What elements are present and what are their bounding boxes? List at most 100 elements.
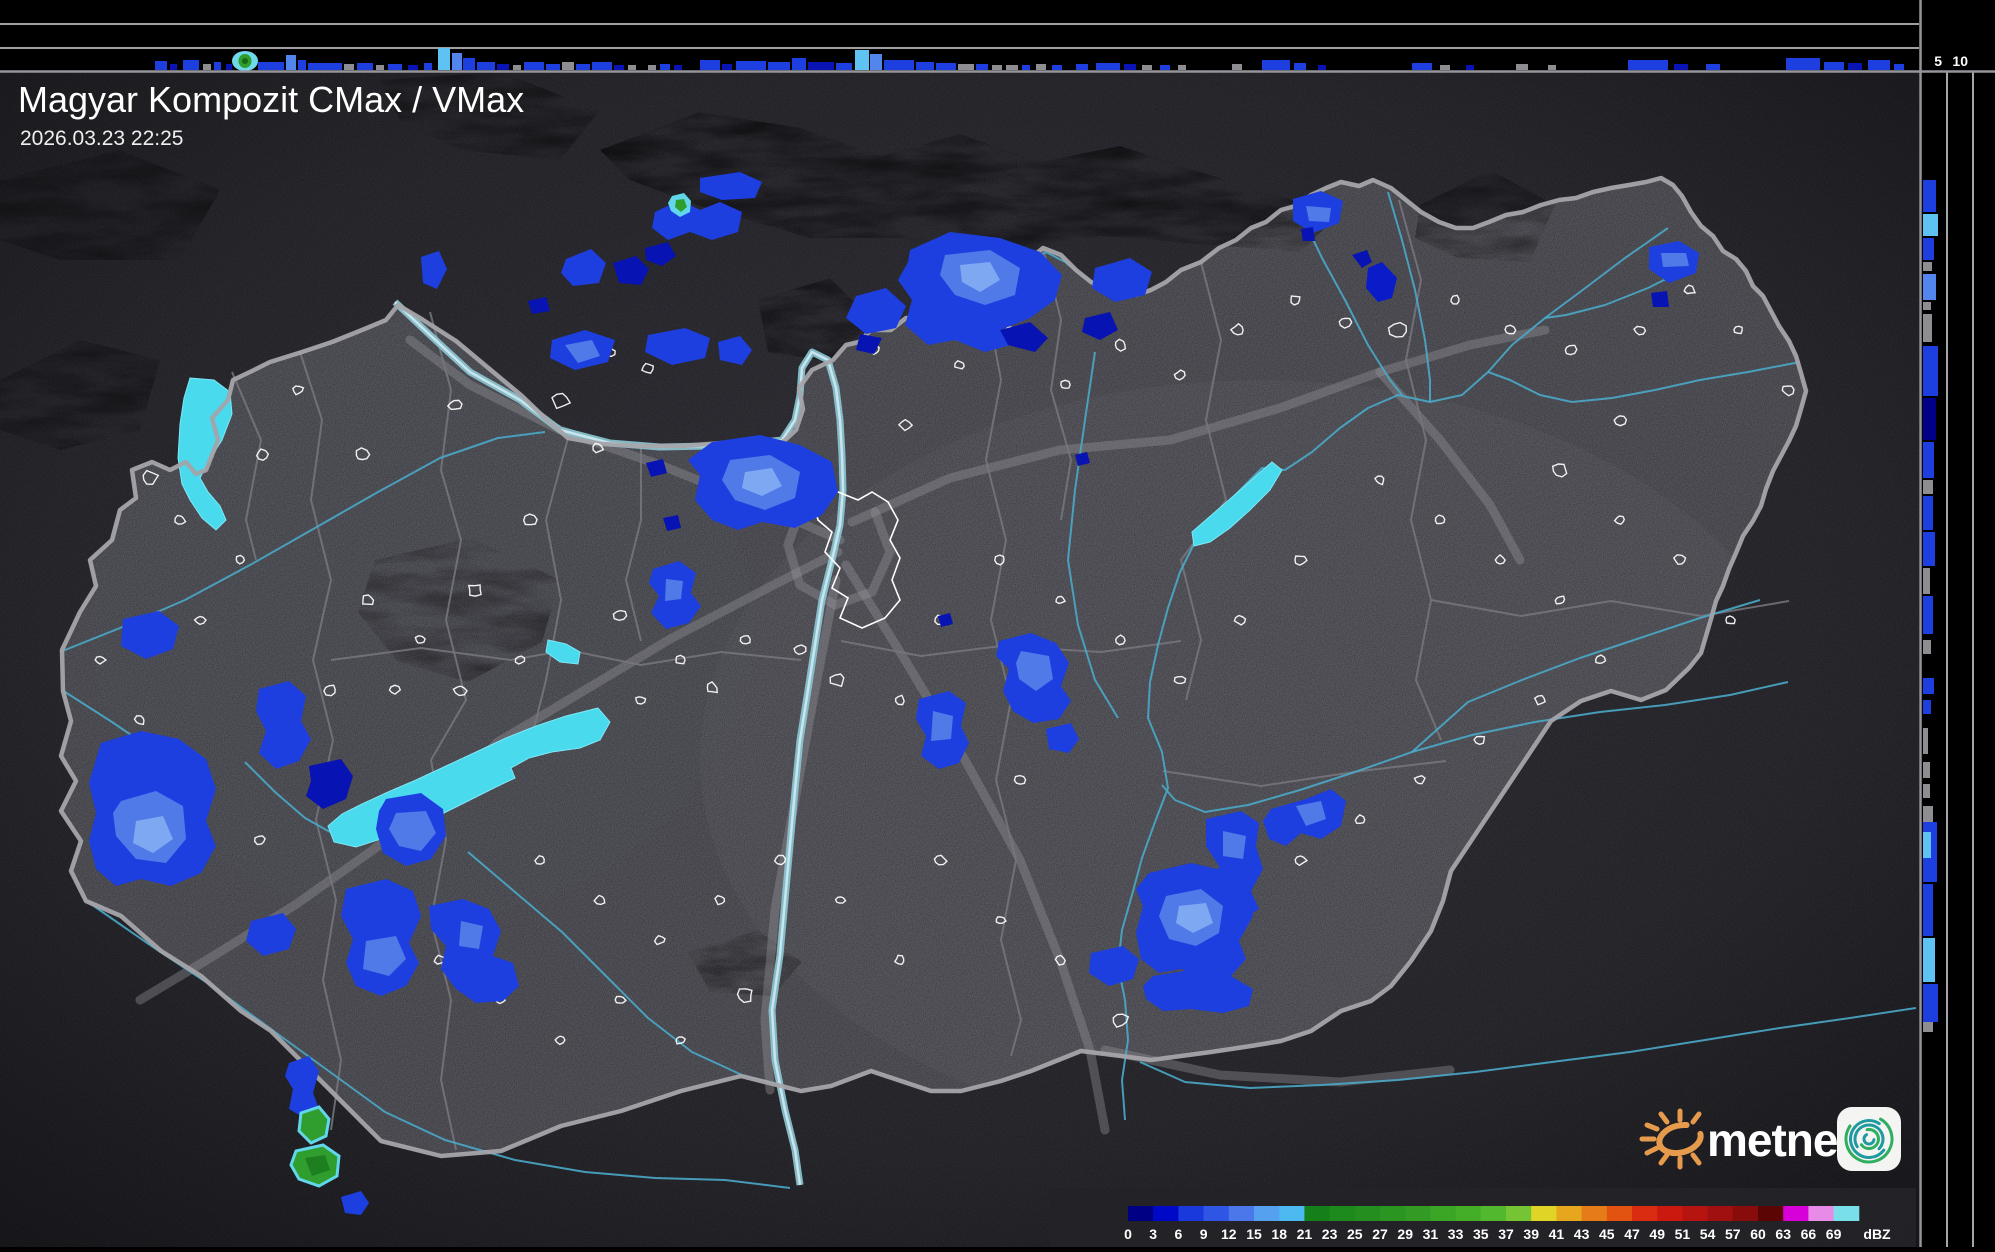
profile-bar (1923, 938, 1935, 982)
legend-tick-label: 25 (1347, 1226, 1363, 1242)
profile-bar (1923, 762, 1930, 778)
profile-bar (155, 61, 167, 70)
profile-bar (286, 55, 296, 70)
profile-bar (1412, 63, 1432, 70)
legend-color-cell (1682, 1206, 1708, 1221)
legend-color-cell (1304, 1206, 1330, 1221)
profile-bar (1824, 62, 1844, 70)
legend-color-cell (1430, 1206, 1456, 1221)
legend-tick-label: 3 (1149, 1226, 1157, 1242)
precip-cell (459, 921, 483, 949)
precip-cell (1661, 253, 1689, 267)
profile-bar (992, 65, 1002, 70)
profile-bar (1923, 568, 1930, 594)
profile-bar (1516, 64, 1528, 70)
profile-bar (1232, 64, 1242, 70)
profile-bar (1548, 65, 1556, 70)
profile-bar (226, 64, 232, 70)
profile-bar (648, 65, 656, 70)
profile-bar (1923, 640, 1931, 654)
legend-color-cell (1607, 1206, 1633, 1221)
legend-color-cell (1582, 1206, 1608, 1221)
legend-color-cell (1405, 1206, 1431, 1221)
dbz-legend: 0369121518212325272931333537394143454749… (1050, 1188, 1916, 1247)
profile-bar (1440, 65, 1450, 70)
legend-tick-label: 9 (1200, 1226, 1208, 1242)
storm-top-marker-center (242, 58, 248, 64)
profile-bar (1923, 480, 1933, 494)
precip-cell (931, 711, 953, 741)
legend-tick-label: 43 (1574, 1226, 1590, 1242)
profile-bar (1294, 63, 1306, 70)
profile-bar (628, 65, 636, 70)
legend-color-cell (1254, 1206, 1280, 1221)
profile-bar (1923, 596, 1933, 634)
profile-bar (836, 63, 852, 70)
legend-color-cell (1355, 1206, 1381, 1221)
legend-color-cell (1330, 1206, 1356, 1221)
right-axis-label: 5 (1934, 53, 1942, 69)
profile-bar (452, 53, 462, 70)
legend-tick-label: 47 (1624, 1226, 1640, 1242)
profile-bar (722, 64, 732, 70)
profile-bar (592, 62, 612, 70)
profile-bar (1674, 64, 1688, 70)
profile-bar (1923, 398, 1936, 440)
profile-bar (1096, 63, 1120, 70)
legend-color-cell (1834, 1206, 1860, 1221)
right-axis-label: 10 (1952, 53, 1968, 69)
profile-bar (1786, 58, 1820, 70)
profile-bar (376, 65, 384, 70)
profile-bar (524, 62, 544, 70)
profile-bar (884, 60, 914, 70)
legend-color-cell (1204, 1206, 1230, 1221)
profile-bar (1628, 60, 1668, 70)
profile-bar (1868, 60, 1890, 70)
profile-bar (768, 62, 790, 70)
profile-bar (916, 62, 934, 70)
precip-cell (1301, 227, 1315, 241)
profile-bar (855, 50, 869, 70)
profile-bar (674, 65, 682, 70)
profile-bar (1923, 532, 1935, 566)
profile-bar (1923, 180, 1936, 212)
profile-bar (1022, 65, 1030, 70)
radar-scene: 105 510 Magyar Kompozit CMax / VMax 2026… (0, 0, 1995, 1247)
legend-tick-label: 37 (1498, 1226, 1514, 1242)
legend-color-cell (1556, 1206, 1582, 1221)
legend-color-cell (1531, 1206, 1557, 1221)
profile-bar (562, 62, 574, 70)
legend-tick-label: 31 (1423, 1226, 1439, 1242)
legend-color-cell (1380, 1206, 1406, 1221)
profile-bar (1178, 65, 1186, 70)
precip-cell (1306, 206, 1331, 222)
legend-tick-label: 33 (1448, 1226, 1464, 1242)
legend-color-cell (1733, 1206, 1759, 1221)
profile-bar (258, 62, 284, 70)
legend-color-cell (1128, 1206, 1154, 1221)
profile-bar (1923, 314, 1932, 342)
precip-cell (341, 879, 421, 996)
top-height-profile: 105 (0, 0, 1942, 71)
profile-bar (1923, 238, 1934, 260)
profile-bar (1923, 984, 1938, 1022)
profile-bar (1923, 832, 1931, 858)
profile-bar (1262, 60, 1290, 70)
legend-tick-label: 29 (1397, 1226, 1413, 1242)
legend-color-cell (1229, 1206, 1255, 1221)
profile-bar (1076, 64, 1088, 70)
profile-bar (976, 64, 988, 70)
profile-bar (1036, 64, 1046, 70)
profile-bar (1894, 64, 1904, 70)
profile-bar (736, 61, 766, 70)
legend-tick-label: 35 (1473, 1226, 1489, 1242)
profile-bar (808, 62, 834, 70)
page-title: Magyar Kompozit CMax / VMax (18, 79, 524, 120)
profile-bar (1923, 884, 1933, 936)
profile-bar (308, 63, 342, 70)
legend-tick-label: 63 (1775, 1226, 1791, 1242)
profile-bar (1052, 65, 1062, 70)
profile-bar (1923, 700, 1931, 714)
legend-tick-label: 0 (1124, 1226, 1132, 1242)
profile-bar (1923, 274, 1936, 300)
